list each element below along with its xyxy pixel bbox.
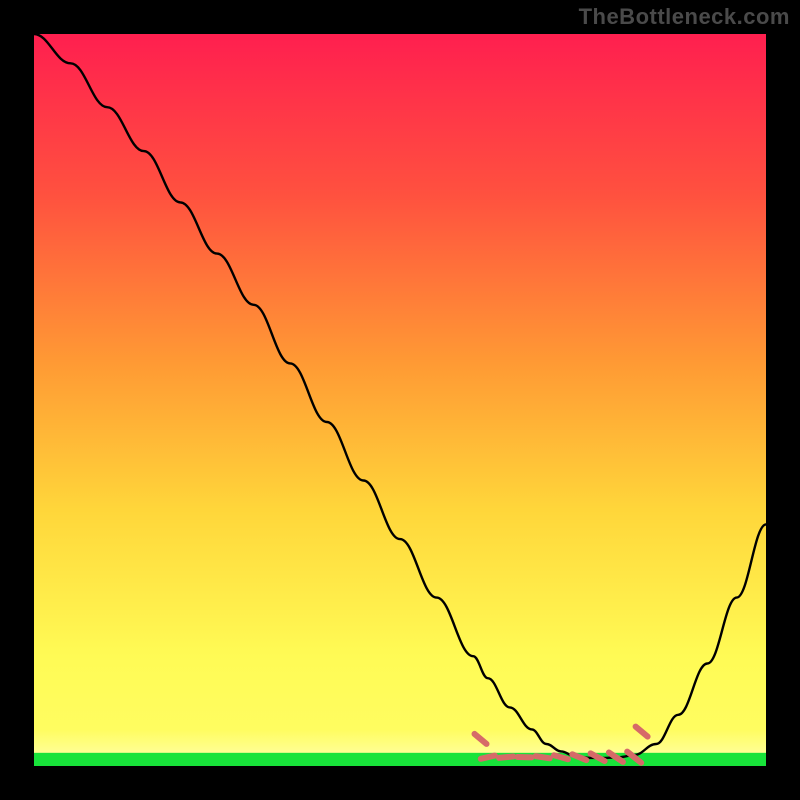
optimum-dash bbox=[499, 757, 513, 758]
plot-area bbox=[34, 34, 766, 766]
attribution-text: TheBottleneck.com bbox=[579, 4, 790, 30]
optimum-dash bbox=[481, 756, 495, 759]
green-optimum-band bbox=[34, 753, 766, 766]
gradient-background bbox=[34, 34, 766, 766]
chart-svg bbox=[34, 34, 766, 766]
optimum-dash bbox=[554, 755, 568, 759]
optimum-dash bbox=[536, 756, 550, 758]
chart-frame: TheBottleneck.com bbox=[0, 0, 800, 800]
